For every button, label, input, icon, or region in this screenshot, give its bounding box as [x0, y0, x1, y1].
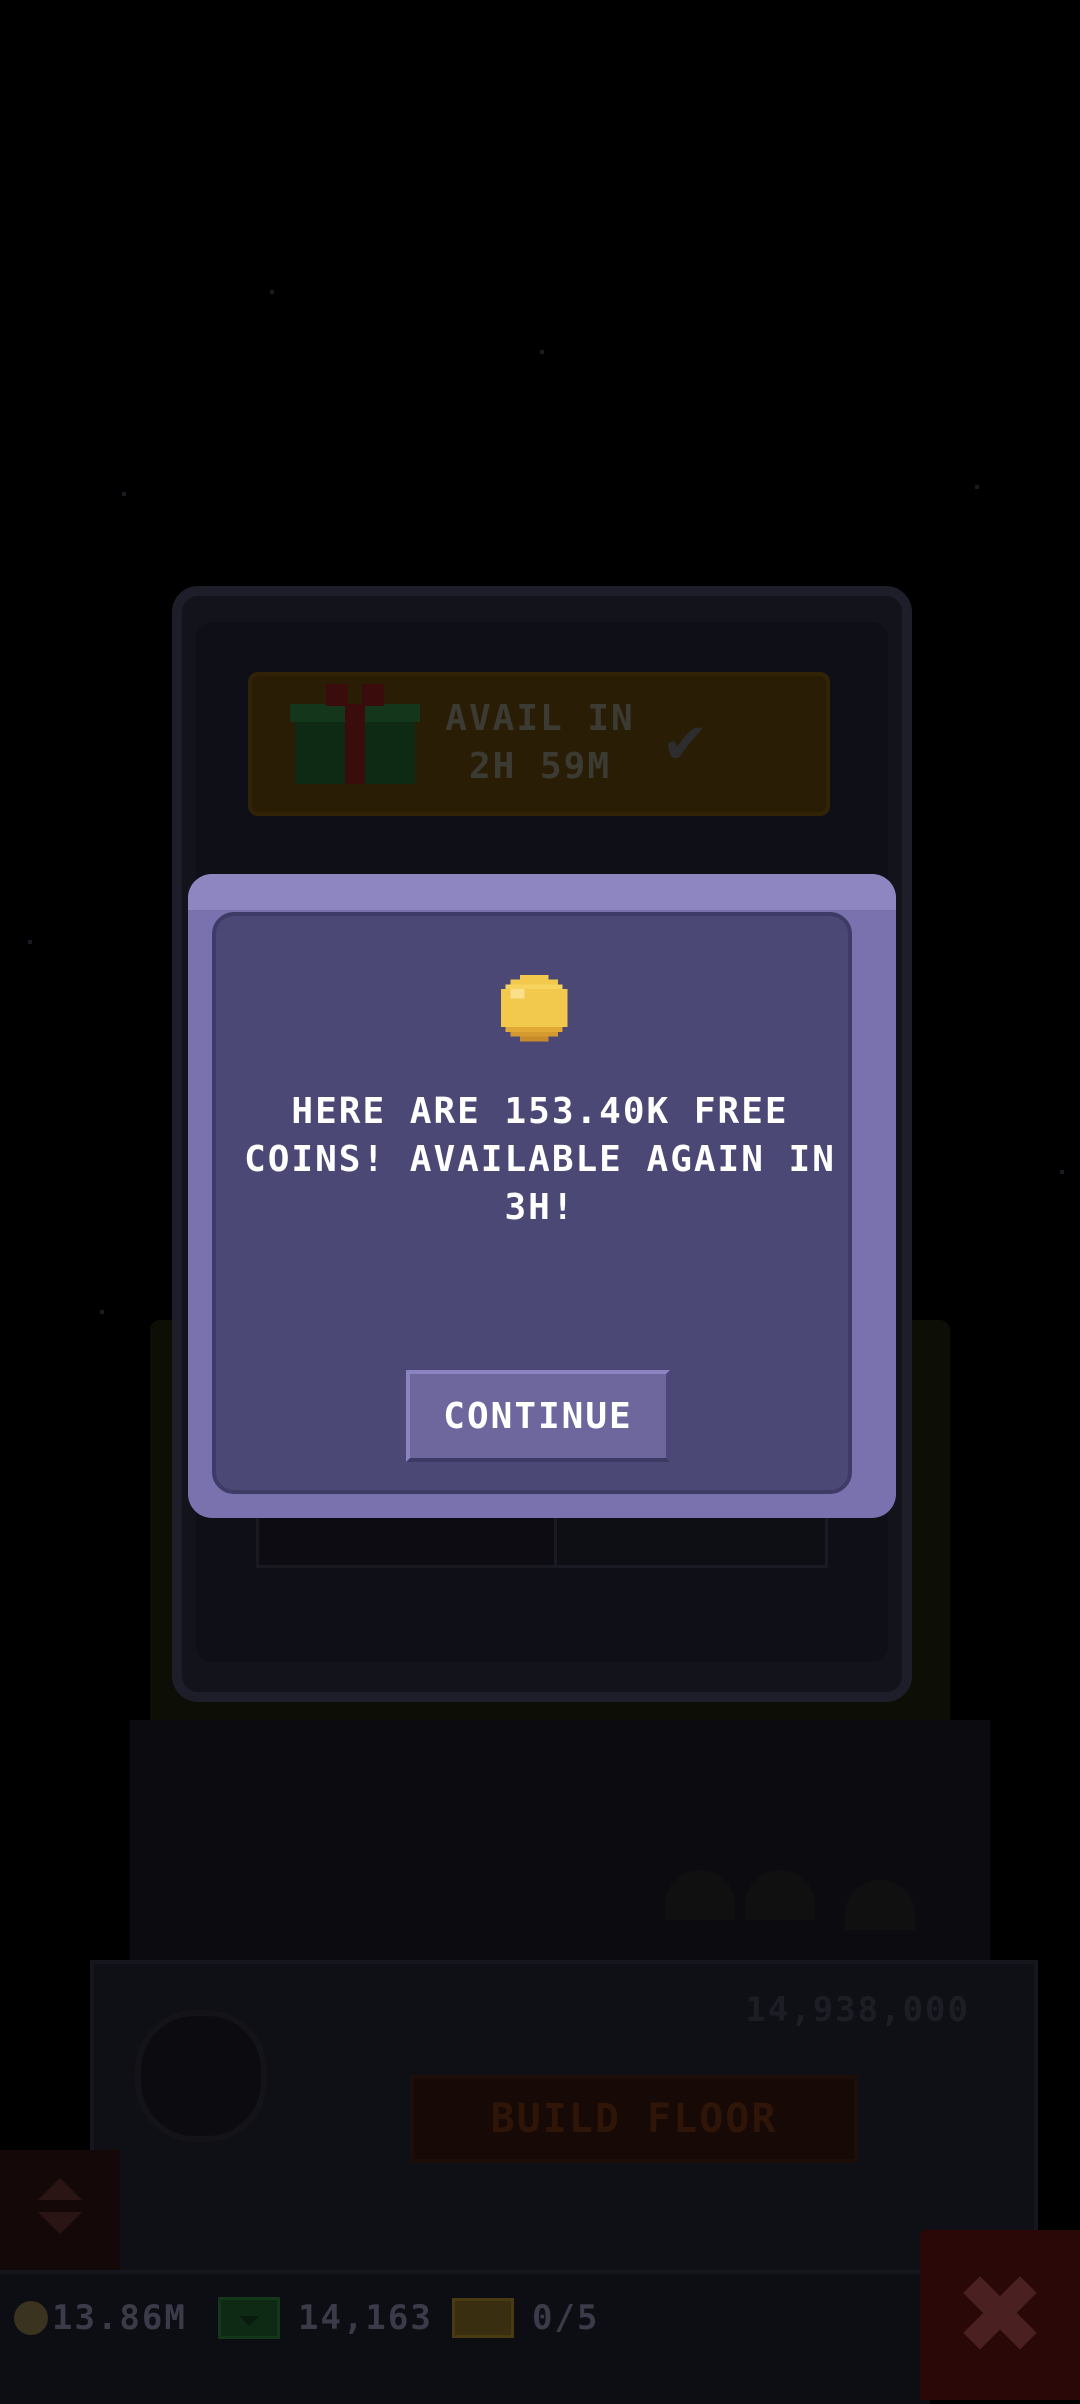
gift-icon [290, 684, 420, 784]
tower-floor-silhouette [130, 1720, 990, 1980]
dialog-top-bevel [188, 874, 896, 910]
coin-icon [500, 974, 568, 1042]
coin-icon [14, 2301, 48, 2335]
build-floor-button[interactable]: BUILD FLOOR [410, 2075, 858, 2163]
gift-status-line2: 2H 59M [468, 746, 612, 787]
continue-button[interactable]: CONTINUE [406, 1370, 670, 1462]
coins-value: 13.86M [52, 2298, 187, 2338]
build-cost: 14,938,000 [745, 1990, 970, 2030]
checkmark-icon: ✔ [661, 712, 709, 777]
gift-status-line1: AVAIL IN [445, 698, 635, 739]
arrow-up-icon [38, 2178, 82, 2200]
elevator-avatar[interactable] [135, 2010, 267, 2142]
vip-ticket-counter: 0/5 [452, 2293, 599, 2343]
arrow-down-icon [38, 2212, 82, 2234]
bux-icon [218, 2297, 280, 2339]
bux-counter: 14,163 [218, 2293, 433, 2343]
coins-counter: 13.86M [14, 2293, 187, 2343]
close-button[interactable]: ✖ [920, 2230, 1080, 2400]
vip-ticket-value: 0/5 [532, 2298, 600, 2338]
scroll-floors-button[interactable] [0, 2150, 120, 2270]
close-icon: ✖ [953, 2251, 1047, 2379]
gift-availability: AVAIL IN 2H 59M [440, 695, 640, 795]
bux-value: 14,163 [298, 2298, 433, 2338]
ticket-icon [452, 2298, 514, 2338]
reward-message: HERE ARE 153.40K FREE COINS! AVAILABLE A… [244, 1091, 836, 1228]
